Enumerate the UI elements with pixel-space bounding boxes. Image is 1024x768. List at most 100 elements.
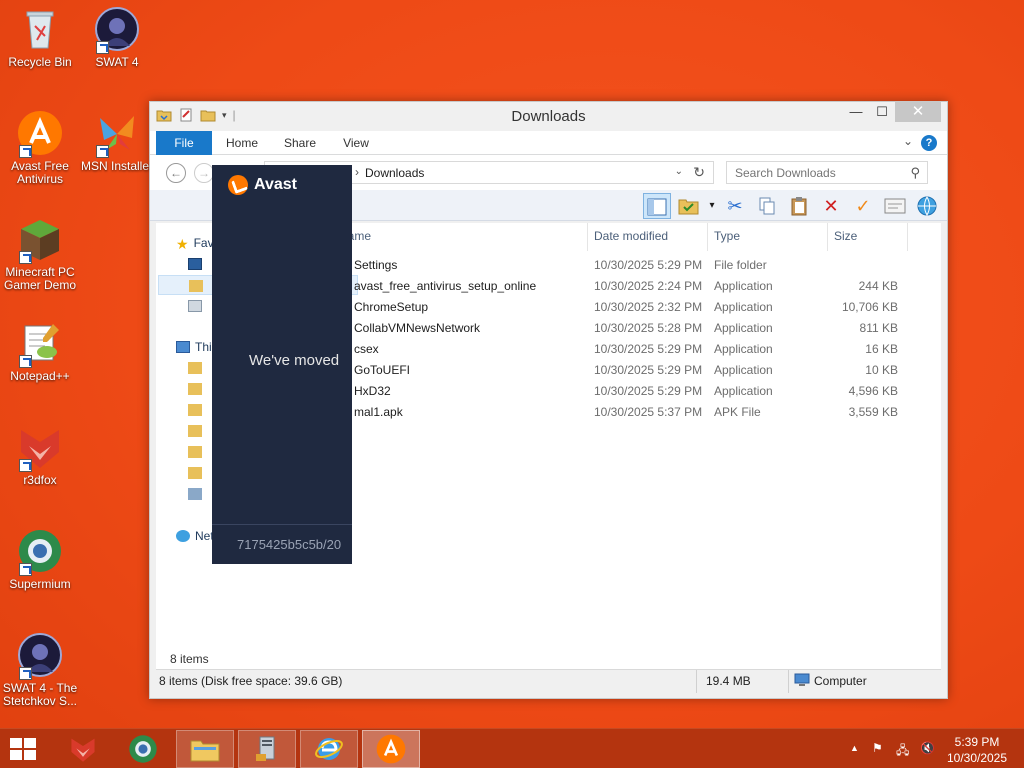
nav-pc-local-disk[interactable]	[188, 484, 207, 504]
swat4-icon	[94, 6, 140, 54]
file-explorer-icon	[190, 740, 220, 762]
tab-view[interactable]: View	[336, 131, 376, 155]
table-row[interactable]: mal1.apk 10/30/2025 5:37 PM APK File 3,5…	[351, 402, 941, 423]
taskbar-supermium[interactable]	[114, 730, 172, 768]
table-row[interactable]: Settings 10/30/2025 5:29 PM File folder	[351, 255, 941, 276]
clock[interactable]: 5:39 PM 10/30/2025	[942, 734, 1012, 766]
downloads-folder-icon	[188, 404, 202, 416]
search-box[interactable]: ⚲	[726, 161, 928, 184]
rename-check-icon[interactable]: ✓	[849, 193, 877, 219]
start-button[interactable]	[10, 738, 38, 760]
help-icon[interactable]: ?	[921, 135, 937, 151]
table-row[interactable]: GoToUEFI 10/30/2025 5:29 PM Application …	[351, 360, 941, 381]
desktop-icon-swat4[interactable]: SWAT 4	[77, 6, 157, 69]
back-arrow-icon[interactable]: ←	[166, 163, 186, 183]
swat4-icon	[17, 632, 63, 680]
taskbar-internet-explorer[interactable]	[300, 730, 358, 768]
column-divider	[587, 223, 588, 251]
nav-desktop[interactable]	[188, 254, 207, 274]
desktop-icon-avast[interactable]: Avast Free Antivirus	[0, 110, 80, 186]
properties-card-icon[interactable]	[881, 193, 909, 219]
desktop-icon-r3dfox[interactable]: r3dfox	[0, 424, 80, 487]
address-path[interactable]: Downloads	[365, 166, 424, 180]
title-bar[interactable]: ▾ | Downloads — ☐ ✕	[150, 102, 947, 131]
status-total-size: 19.4 MB	[706, 674, 751, 688]
nav-pc-videos[interactable]	[188, 463, 207, 483]
action-center-flag-icon[interactable]: ⚑	[872, 741, 883, 755]
avast-icon	[17, 110, 63, 158]
paste-icon[interactable]	[785, 193, 813, 219]
desktop-icon-label: Supermium	[9, 577, 71, 591]
nav-pc-folder-3[interactable]	[188, 400, 207, 420]
windows-logo-icon	[10, 738, 22, 748]
avast-divider	[212, 524, 352, 525]
desktop-icon-minecraft[interactable]: Minecraft PC Gamer Demo	[0, 216, 80, 292]
windows-logo-pane	[10, 750, 22, 760]
volume-muted-icon[interactable]: 🔇	[920, 741, 935, 755]
desktop-icon-swat4-stetchkov[interactable]: SWAT 4 - The Stetchkov S...	[0, 632, 80, 708]
table-row[interactable]: HxD32 10/30/2025 5:29 PM Application 4,5…	[351, 381, 941, 402]
refresh-icon[interactable]: ↻	[693, 164, 705, 181]
options-dropdown-icon[interactable]: ▾	[707, 193, 717, 219]
desktop-icon-notepadpp[interactable]: Notepad++	[0, 320, 80, 383]
desktop-icon-msn-installer[interactable]: MSN Installer	[77, 110, 157, 173]
taskbar-file-explorer[interactable]	[176, 730, 234, 768]
column-header-size[interactable]: Size	[834, 229, 857, 243]
address-history-dropdown-icon[interactable]: ⌄	[675, 166, 683, 177]
table-row[interactable]: avast_free_antivirus_setup_online 10/30/…	[351, 276, 941, 297]
table-row[interactable]: CollabVMNewsNetwork 10/30/2025 5:28 PM A…	[351, 318, 941, 339]
network-globe-icon[interactable]	[913, 193, 941, 219]
close-button[interactable]: ✕	[895, 102, 941, 122]
show-hidden-icons-chevron-icon[interactable]: ▲	[850, 743, 859, 753]
windows-logo-pane	[24, 738, 36, 748]
folder-icon	[188, 383, 202, 395]
preview-pane-icon[interactable]	[643, 193, 671, 219]
ribbon-tabs: File Home Share View ⌄ ?	[150, 131, 947, 155]
taskbar-r3dfox[interactable]	[54, 730, 112, 768]
folder-icon	[188, 362, 202, 374]
search-icon[interactable]: ⚲	[910, 165, 920, 181]
desktop-icon-label: Recycle Bin	[8, 55, 72, 69]
tab-file[interactable]: File	[156, 131, 212, 155]
copy-icon[interactable]	[753, 193, 781, 219]
star-icon: ★	[176, 236, 189, 252]
tab-share[interactable]: Share	[278, 131, 322, 155]
delete-icon[interactable]: ✕	[817, 193, 845, 219]
network-status-icon[interactable]: 🖧	[896, 741, 909, 762]
minimize-button[interactable]: —	[843, 102, 869, 122]
desktop-icon-label: Minecraft PC Gamer Demo	[3, 265, 77, 292]
nav-pc-pictures[interactable]	[188, 442, 207, 462]
cut-icon[interactable]: ✂	[721, 193, 749, 219]
r3dfox-icon	[17, 424, 63, 472]
table-row[interactable]: csex 10/30/2025 5:29 PM Application 16 K…	[351, 339, 941, 360]
avast-overlay-panel[interactable]: Avast We've moved 7175425b5c5b/20	[212, 165, 352, 564]
table-row[interactable]: ChromeSetup 10/30/2025 2:32 PM Applicati…	[351, 297, 941, 318]
column-header-type[interactable]: Type	[714, 229, 740, 243]
nav-pc-folder-2[interactable]	[188, 379, 207, 399]
status-location: Computer	[814, 674, 867, 688]
column-header-date[interactable]: Date modified	[594, 229, 668, 243]
status-free-space: 8 items (Disk free space: 39.6 GB)	[159, 674, 343, 688]
forward-arrow-icon[interactable]: →	[194, 163, 214, 183]
expand-ribbon-chevron-icon[interactable]: ⌄	[903, 134, 913, 148]
tab-home[interactable]: Home	[220, 131, 264, 155]
search-input[interactable]	[735, 163, 905, 183]
nav-recent[interactable]	[188, 296, 207, 316]
column-divider	[827, 223, 828, 251]
drive-icon	[188, 488, 202, 500]
desktop-icon	[188, 258, 202, 270]
msn-butterfly-icon	[94, 110, 140, 158]
notepadpp-icon	[17, 320, 63, 368]
recent-places-icon	[188, 300, 202, 312]
nav-pc-folder-1[interactable]	[188, 358, 207, 378]
desktop-icon-supermium[interactable]: Supermium	[0, 528, 80, 591]
folder-options-icon[interactable]	[675, 193, 703, 219]
nav-pc-music[interactable]	[188, 421, 207, 441]
desktop-icon-recycle-bin[interactable]: Recycle Bin	[0, 6, 80, 69]
taskbar-server-manager[interactable]	[238, 730, 296, 768]
maximize-button[interactable]: ☐	[869, 102, 895, 122]
minecraft-block-icon	[17, 216, 63, 264]
taskbar-avast[interactable]	[362, 730, 420, 768]
server-manager-icon	[256, 736, 275, 761]
shortcut-arrow-icon	[19, 355, 32, 368]
